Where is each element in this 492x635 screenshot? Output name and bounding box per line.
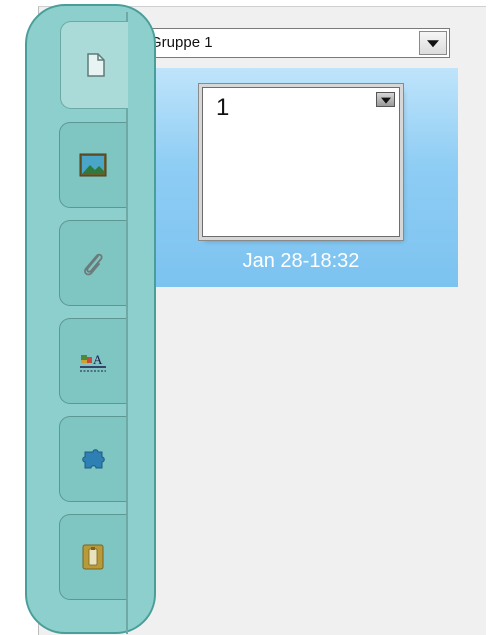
addons-puzzle-icon <box>82 449 105 469</box>
tab-attachments[interactable] <box>59 220 126 306</box>
tab-gallery[interactable] <box>59 122 126 208</box>
page-number: 1 <box>216 94 230 121</box>
properties-icon: A <box>80 352 106 372</box>
tab-properties[interactable]: A <box>59 318 126 404</box>
page-sorter-icon <box>86 53 105 77</box>
gallery-image-icon <box>79 153 107 177</box>
tab-addons[interactable] <box>59 416 126 502</box>
group-dropdown[interactable]: Gruppe 1 <box>146 28 450 58</box>
tab-page-sorter[interactable] <box>60 21 128 109</box>
page-thumbnail[interactable]: 1 <box>202 87 400 237</box>
group-dropdown-label: Gruppe 1 <box>150 34 213 51</box>
page-thumbnail-item[interactable]: 1 Jan 28-18:32 <box>144 68 458 287</box>
page-menu-button[interactable] <box>376 92 395 107</box>
svg-text:A: A <box>93 352 103 367</box>
attachment-paperclip-icon <box>84 253 103 276</box>
sidebar-window: Gruppe 1 1 Jan 28-18:32 A <box>0 0 492 635</box>
battery-icon <box>82 544 104 570</box>
group-dropdown-arrow-button[interactable] <box>419 31 447 55</box>
chevron-down-icon <box>427 40 439 48</box>
page-timestamp: Jan 28-18:32 <box>242 250 360 272</box>
chevron-down-icon <box>380 97 391 104</box>
tab-device[interactable] <box>59 514 126 600</box>
